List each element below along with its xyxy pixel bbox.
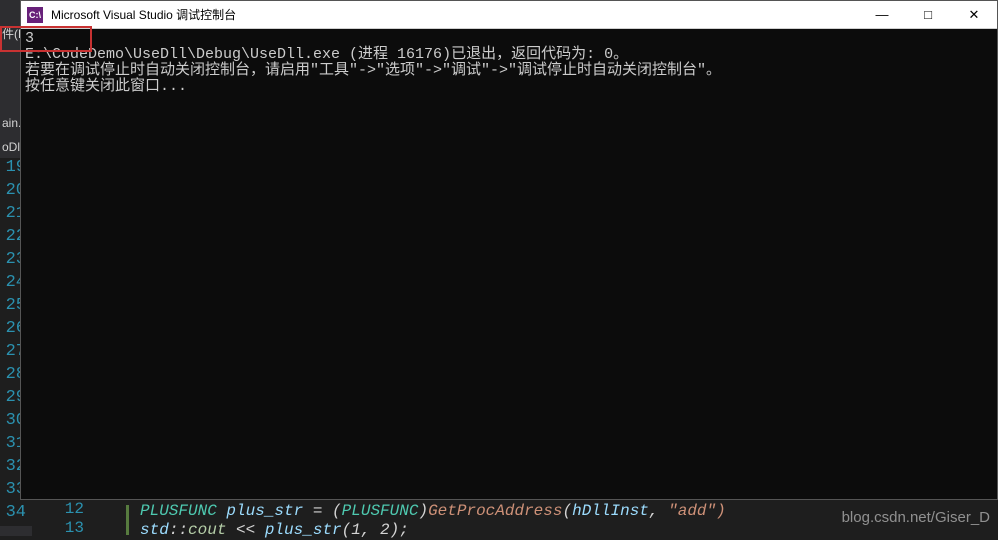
change-indicator xyxy=(126,505,129,535)
minimize-button[interactable]: — xyxy=(859,1,905,29)
output-line-1: 3 xyxy=(25,30,34,47)
code-line-12: PLUSFUNC plus_str = (PLUSFUNC)GetProcAdd… xyxy=(140,502,726,520)
console-output[interactable]: 3 E:\CodeDemo\UseDll\Debug\UseDll.exe (进… xyxy=(21,29,997,499)
line-number: 34 xyxy=(0,503,32,526)
line-number: 13 xyxy=(60,519,90,538)
vs-inner-gutter: 1213 xyxy=(60,500,90,538)
vs-console-icon: C:\ xyxy=(27,7,43,23)
output-line-2: E:\CodeDemo\UseDll\Debug\UseDll.exe (进程 … xyxy=(25,46,628,63)
console-titlebar[interactable]: C:\ Microsoft Visual Studio 调试控制台 — □ ✕ xyxy=(21,1,997,29)
console-title: Microsoft Visual Studio 调试控制台 xyxy=(51,6,859,23)
debug-console-window: C:\ Microsoft Visual Studio 调试控制台 — □ ✕ … xyxy=(20,0,998,500)
output-line-3: 若要在调试停止时自动关闭控制台，请启用"工具"->"选项"->"调试"->"调试… xyxy=(25,62,721,79)
close-button[interactable]: ✕ xyxy=(951,1,997,29)
code-line-13: std::cout << plus_str(1, 2); xyxy=(140,521,409,539)
maximize-button[interactable]: □ xyxy=(905,1,951,29)
watermark: blog.csdn.net/Giser_D xyxy=(842,509,990,526)
output-line-4: 按任意键关闭此窗口... xyxy=(25,78,187,95)
line-number: 12 xyxy=(60,500,90,519)
